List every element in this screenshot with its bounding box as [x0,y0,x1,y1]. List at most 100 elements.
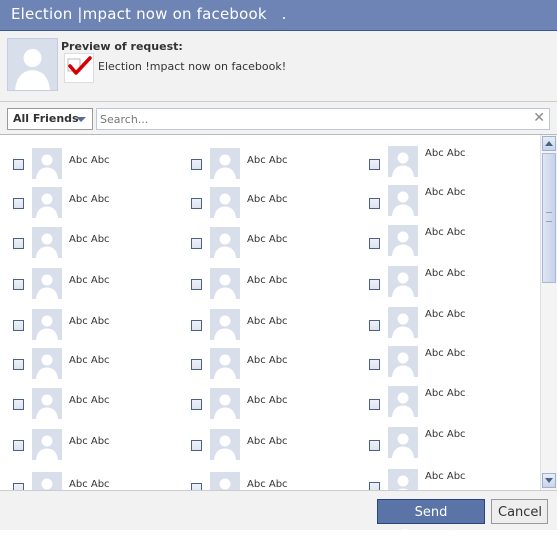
friend-checkbox[interactable] [13,198,24,209]
friend-checkbox[interactable] [369,320,380,331]
friend-item[interactable]: Abc Abc [13,181,183,218]
friend-item[interactable]: Abc Abc [13,262,183,299]
friend-checkbox[interactable] [191,198,202,209]
friend-avatar-icon [32,429,62,460]
friend-avatar-icon [210,309,240,340]
friend-item[interactable]: Abc Abc [13,342,183,379]
friend-item[interactable]: Abc Abc [369,463,539,490]
cancel-button[interactable]: Cancel [491,499,548,524]
friend-name: Abc Abc [247,479,288,490]
friend-avatar-icon [210,429,240,460]
friend-item[interactable]: Abc Abc [13,466,183,490]
friend-avatar-icon [388,346,418,377]
friend-item[interactable]: Abc Abc [13,303,183,340]
friend-item[interactable]: Abc Abc [369,421,539,458]
friend-item[interactable]: Abc Abc [191,382,361,419]
friend-checkbox[interactable] [13,440,24,451]
friend-item[interactable]: Abc Abc [191,221,361,258]
friend-avatar-icon [32,268,62,299]
friend-checkbox[interactable] [369,279,380,290]
friend-item[interactable]: Abc Abc [191,181,361,218]
friend-checkbox[interactable] [13,320,24,331]
friend-name: Abc Abc [425,471,466,482]
friend-item[interactable]: Abc Abc [191,303,361,340]
friend-item[interactable]: Abc Abc [13,423,183,460]
friend-checkbox[interactable] [191,279,202,290]
dialog-title-bar: Election |mpact now on facebook . [0,0,557,31]
search-input[interactable] [100,111,520,127]
send-requests-button[interactable]: Send Requests [377,499,485,543]
friend-checkbox[interactable] [191,440,202,451]
friend-checkbox[interactable] [13,359,24,370]
preview-message: Election !mpact now on facebook! [98,60,287,73]
friend-checkbox[interactable] [369,399,380,410]
friend-item[interactable]: Abc Abc [369,301,539,338]
friend-name: Abc Abc [247,155,288,166]
friend-checkbox[interactable] [369,159,380,170]
friend-checkbox[interactable] [369,482,380,490]
friend-checkbox[interactable] [369,238,380,249]
friend-avatar-icon [32,187,62,218]
friend-checkbox[interactable] [191,399,202,410]
friend-avatar-icon [388,307,418,338]
friend-avatar-icon [32,472,62,490]
friend-item[interactable]: Abc Abc [369,340,539,377]
friend-avatar-icon [388,146,418,177]
friend-item[interactable]: Abc Abc [191,142,361,179]
friend-avatar-icon [32,148,62,179]
friend-name: Abc Abc [425,227,466,238]
friend-item[interactable]: Abc Abc [13,382,183,419]
search-box: ✕ [96,108,550,130]
friend-checkbox[interactable] [369,359,380,370]
friend-item[interactable]: Abc Abc [191,423,361,460]
friend-avatar-icon [210,227,240,258]
friend-item[interactable]: Abc Abc [13,142,183,179]
friend-avatar-icon [210,187,240,218]
friend-list-scrollbar[interactable] [540,135,557,490]
friend-checkbox[interactable] [191,238,202,249]
friend-checkbox[interactable] [13,159,24,170]
friend-checkbox[interactable] [13,279,24,290]
friend-item[interactable]: Abc Abc [369,260,539,297]
friend-checkbox[interactable] [13,483,24,490]
dialog-title: Election |mpact now on facebook . [11,5,287,23]
friend-checkbox[interactable] [191,359,202,370]
close-icon[interactable]: ✕ [533,110,545,126]
friend-item[interactable]: Abc Abc [191,262,361,299]
scrollbar-thumb[interactable] [542,153,556,283]
friend-item[interactable]: Abc Abc [13,221,183,258]
friend-checkbox[interactable] [191,159,202,170]
friend-name: Abc Abc [425,388,466,399]
friend-item[interactable]: Abc Abc [191,466,361,490]
friend-name: Abc Abc [247,234,288,245]
request-preview: Preview of request: Election !mpact now … [0,31,557,102]
friend-avatar-icon [210,268,240,299]
friend-checkbox[interactable] [13,399,24,410]
chevron-down-icon [76,117,86,122]
friend-avatar-icon [32,388,62,419]
friend-item[interactable]: Abc Abc [369,380,539,417]
friend-checkbox[interactable] [369,198,380,209]
friend-avatar-icon [388,266,418,297]
friend-item[interactable]: Abc Abc [191,342,361,379]
friend-name: Abc Abc [247,436,288,447]
friend-checkbox[interactable] [369,440,380,451]
friend-avatar-icon [32,227,62,258]
friend-name: Abc Abc [69,355,110,366]
friend-checkbox[interactable] [191,320,202,331]
friend-item[interactable]: Abc Abc [369,179,539,216]
friend-filter-dropdown[interactable]: All Friends [7,108,93,130]
friend-item[interactable]: Abc Abc [369,140,539,177]
friend-avatar-icon [388,185,418,216]
friend-name: Abc Abc [69,436,110,447]
friend-checkbox[interactable] [191,483,202,490]
scroll-up-icon[interactable] [542,136,556,151]
friend-avatar-icon [210,472,240,490]
friend-name: Abc Abc [425,348,466,359]
friend-checkbox[interactable] [13,238,24,249]
friend-item[interactable]: Abc Abc [369,219,539,256]
friend-avatar-icon [32,309,62,340]
friend-name: Abc Abc [425,187,466,198]
friend-name: Abc Abc [247,194,288,205]
scroll-down-icon[interactable] [542,473,556,488]
